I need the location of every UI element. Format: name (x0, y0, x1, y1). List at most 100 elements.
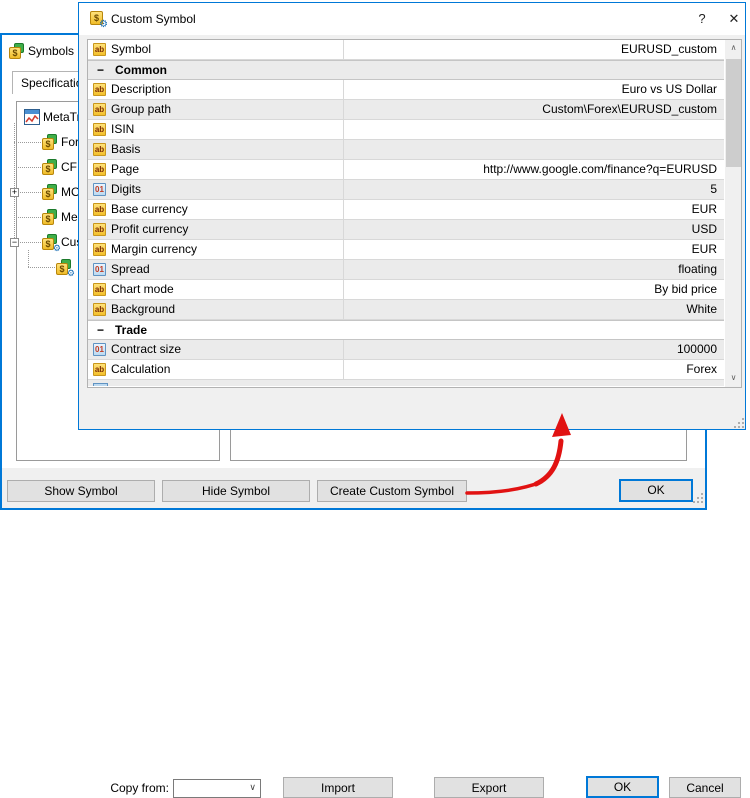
tree-expander[interactable]: − (10, 238, 19, 247)
property-row[interactable]: abCalculationForex (88, 360, 724, 380)
text-field-icon: ab (93, 43, 106, 56)
scrollbar-thumb[interactable] (726, 59, 741, 167)
property-value[interactable]: Custom\Forex\EURUSD_custom (344, 100, 724, 119)
tree-connector (14, 217, 41, 219)
symbols-ok-button[interactable]: OK (619, 479, 693, 502)
text-field-icon: ab (93, 143, 106, 156)
property-label-cell: 01 Contract size (88, 340, 344, 359)
close-button[interactable]: ✕ (723, 9, 745, 29)
property-value[interactable]: floating (344, 260, 724, 279)
property-row[interactable]: abISIN (88, 120, 724, 140)
hide-symbol-button[interactable]: Hide Symbol (162, 480, 310, 502)
export-button[interactable]: Export (434, 777, 544, 798)
text-field-icon: ab (93, 283, 106, 296)
symbols-folder-icon: $ (42, 159, 58, 175)
property-label-cell: abChart mode (88, 280, 344, 299)
import-button[interactable]: Import (283, 777, 393, 798)
text-field-icon: ab (93, 363, 106, 376)
property-value[interactable]: White (344, 300, 724, 319)
property-value[interactable]: EUR (344, 240, 724, 259)
section-row[interactable]: −Trade (88, 320, 724, 340)
property-label-cell: abBackground (88, 300, 344, 319)
section-row[interactable]: −Common (88, 60, 724, 80)
tree-connector (28, 250, 30, 267)
dialog-footer: Copy from: ∨ Import Export OK Cancel (79, 388, 745, 430)
property-label-cell: abMargin currency (88, 240, 344, 259)
dialog-ok-button[interactable]: OK (586, 776, 659, 798)
property-row[interactable]: 01Digits5 (88, 180, 724, 200)
property-grid-rows: abSymbolEURUSD_custom−CommonabDescriptio… (88, 40, 724, 386)
property-label-cell: abDescription (88, 80, 344, 99)
property-row[interactable]: abProfit currencyUSD (88, 220, 724, 240)
property-label-cell: abISIN (88, 120, 344, 139)
chevron-down-icon: ∨ (249, 782, 256, 793)
number-field-icon: 01 (93, 343, 106, 356)
section-label: Common (115, 61, 167, 80)
show-symbol-button[interactable]: Show Symbol (7, 480, 155, 502)
property-value[interactable]: Euro vs US Dollar (344, 80, 724, 99)
property-row[interactable]: abPagehttp://www.google.com/finance?q=EU… (88, 160, 724, 180)
property-label-cell: ab Symbol (88, 40, 344, 59)
partial-property-row (88, 380, 724, 386)
dialog-title: Custom Symbol (111, 11, 196, 27)
property-row[interactable]: abBackgroundWhite (88, 300, 724, 320)
collapse-icon[interactable]: − (97, 321, 104, 339)
scrollbar[interactable]: ∧ ∨ (725, 40, 742, 387)
property-row[interactable]: 01 Contract size 100000 (88, 340, 724, 360)
property-label: Basis (111, 140, 140, 159)
help-button[interactable]: ? (691, 9, 713, 29)
property-value[interactable] (344, 120, 724, 139)
property-value[interactable]: By bid price (344, 280, 724, 299)
property-row[interactable]: abGroup pathCustom\Forex\EURUSD_custom (88, 100, 724, 120)
property-row[interactable]: abChart modeBy bid price (88, 280, 724, 300)
symbols-folder-icon: $ (42, 184, 58, 200)
gear-icon: ⚙ (99, 20, 108, 30)
property-row[interactable]: abDescriptionEuro vs US Dollar (88, 80, 724, 100)
property-row[interactable]: 01Spreadfloating (88, 260, 724, 280)
property-label: Symbol (111, 40, 151, 59)
property-value[interactable]: http://www.google.com/finance?q=EURUSD (344, 160, 724, 179)
text-field-icon: ab (93, 303, 106, 316)
tree-expander[interactable]: + (10, 188, 19, 197)
property-label: Digits (111, 180, 141, 199)
collapse-icon[interactable]: − (97, 61, 104, 79)
tree-item[interactable]: For (61, 134, 79, 150)
property-label: Base currency (111, 200, 188, 219)
copy-from-label: Copy from: (103, 779, 169, 798)
property-row[interactable]: ab Symbol EURUSD_custom (88, 40, 724, 60)
dialog-cancel-button[interactable]: Cancel (669, 777, 741, 798)
property-value[interactable] (344, 140, 724, 159)
copy-from-combobox[interactable]: ∨ (173, 779, 261, 798)
property-row[interactable]: ab Basis (88, 140, 724, 160)
property-label-cell: abGroup path (88, 100, 344, 119)
property-label: Description (111, 80, 171, 99)
property-value[interactable]: 100000 (344, 340, 724, 359)
property-row[interactable]: abMargin currencyEUR (88, 240, 724, 260)
property-value[interactable]: EURUSD_custom (344, 40, 724, 59)
property-value[interactable]: Forex (344, 360, 724, 379)
property-grid: abSymbolEURUSD_custom−CommonabDescriptio… (87, 39, 742, 388)
property-value[interactable]: USD (344, 220, 724, 239)
create-custom-symbol-button[interactable]: Create Custom Symbol (317, 480, 467, 502)
property-label-cell: 01Digits (88, 180, 344, 199)
property-label-cell: ab Basis (88, 140, 344, 159)
custom-symbol-dialog: $⚙ Custom Symbol ? ✕ ab Symbol EURUSD_cust… (78, 2, 746, 430)
property-label-cell: 01Spread (88, 260, 344, 279)
text-field-icon: ab (93, 223, 106, 236)
property-value[interactable]: EUR (344, 200, 724, 219)
property-label: Contract size (111, 340, 181, 359)
tree-item[interactable]: Me (61, 209, 78, 225)
dialog-resize-grip[interactable] (734, 418, 744, 428)
symbols-resize-grip[interactable] (693, 493, 703, 503)
property-value[interactable]: 5 (344, 180, 724, 199)
custom-symbols-folder-icon: $⚙ (42, 234, 58, 250)
tree-connector (28, 267, 55, 269)
text-field-icon: ab (93, 203, 106, 216)
scroll-up-icon[interactable]: ∧ (725, 40, 742, 57)
symbols-folder-icon: $ (42, 134, 58, 150)
dialog-titlebar[interactable]: $⚙ Custom Symbol ? ✕ (79, 3, 745, 35)
scroll-down-icon[interactable]: ∨ (725, 370, 742, 387)
custom-symbol-tree-icon: $⚙ (56, 259, 72, 275)
property-row[interactable]: ab Base currency EUR (88, 200, 724, 220)
gear-icon: ⚙ (53, 244, 61, 253)
